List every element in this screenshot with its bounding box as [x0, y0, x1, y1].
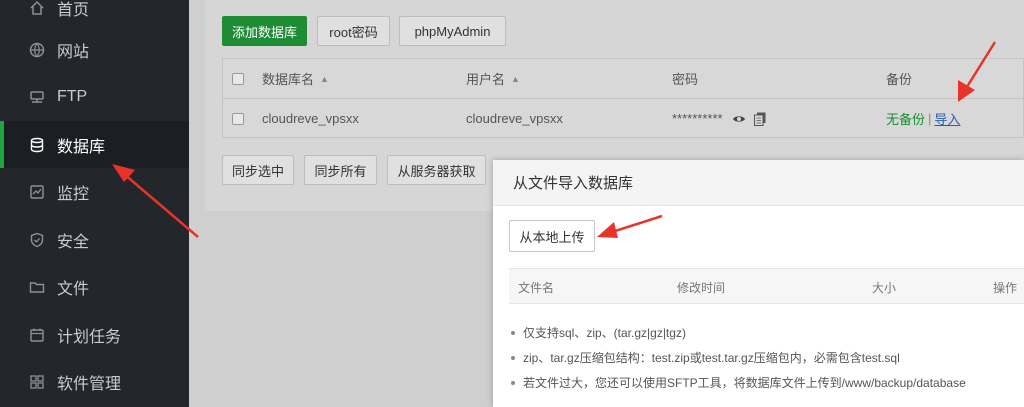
bullet-icon — [511, 355, 515, 360]
sidebar-item-software[interactable]: 软件管理 — [0, 358, 189, 405]
row-checkbox[interactable] — [232, 112, 244, 125]
add-database-button[interactable]: 添加数据库 — [222, 16, 307, 46]
separator: | — [928, 111, 932, 126]
db-password-cell: ********** — [672, 99, 766, 138]
db-backup-cell: 无备份 | 导入 — [886, 99, 960, 138]
import-database-dialog: 从文件导入数据库 从本地上传 文件名 修改时间 大小 操作 仅支持sql、zip… — [493, 160, 1024, 407]
file-list-header: 文件名 修改时间 大小 操作 — [509, 268, 1024, 304]
ftp-icon — [29, 89, 45, 105]
column-header-name[interactable]: 数据库名 ▲ — [262, 59, 329, 98]
column-header-user[interactable]: 用户名 ▲ — [466, 59, 520, 98]
sidebar-item-label: 软件管理 — [57, 375, 122, 393]
db-name-cell: cloudreve_vpsxx — [262, 111, 359, 126]
select-all-checkbox[interactable] — [232, 72, 244, 85]
fetch-from-server-button[interactable]: 从服务器获取 — [387, 155, 486, 185]
column-header-backup: 备份 — [886, 72, 913, 87]
table-header: 数据库名 ▲ 用户名 ▲ 密码 备份 — [223, 59, 1024, 99]
list-item: 仅支持sql、zip、(tar.gz|gz|tgz) — [511, 320, 1021, 345]
sidebar-item-label: 文件 — [57, 280, 90, 298]
sidebar: 首页 网站 FTP 数据库 监控 安全 文件 计划任务 软件管理 — [0, 0, 189, 407]
column-size: 大小 — [872, 280, 897, 295]
sidebar-item-security[interactable]: 安全 — [0, 216, 189, 263]
db-user-cell: cloudreve_vpsxx — [466, 111, 563, 126]
import-tips: 仅支持sql、zip、(tar.gz|gz|tgz) zip、tar.gz压缩包… — [511, 320, 1021, 395]
database-icon — [29, 137, 45, 153]
sidebar-item-label: 监控 — [57, 185, 90, 203]
calendar-icon — [29, 327, 45, 343]
sidebar-item-label: 网站 — [57, 43, 90, 61]
sync-selected-button[interactable]: 同步选中 — [222, 155, 294, 185]
upload-local-button[interactable]: 从本地上传 — [509, 220, 595, 252]
grid-icon — [29, 374, 45, 390]
home-icon — [29, 0, 45, 16]
sidebar-item-files[interactable]: 文件 — [0, 263, 189, 310]
table-row: cloudreve_vpsxx cloudreve_vpsxx ********… — [223, 99, 1024, 138]
sidebar-item-label: 数据库 — [57, 138, 106, 156]
sort-asc-icon: ▲ — [511, 73, 520, 84]
monitor-icon — [29, 184, 45, 200]
dialog-title: 从文件导入数据库 — [493, 160, 1024, 206]
sidebar-item-monitor[interactable]: 监控 — [0, 168, 189, 215]
sidebar-item-label: 安全 — [57, 233, 90, 251]
copy-icon[interactable] — [753, 112, 766, 126]
import-link[interactable]: 导入 — [934, 109, 960, 128]
folder-icon — [29, 279, 45, 295]
column-filename: 文件名 — [518, 280, 555, 295]
backup-status[interactable]: 无备份 — [886, 109, 925, 128]
globe-icon — [29, 42, 45, 58]
sidebar-item-website[interactable]: 网站 — [0, 26, 189, 73]
bullet-icon — [511, 330, 515, 335]
database-table: 数据库名 ▲ 用户名 ▲ 密码 备份 cloudreve_vpsxx cloudre… — [222, 58, 1024, 138]
column-modified-time: 修改时间 — [677, 280, 726, 295]
sidebar-item-cron[interactable]: 计划任务 — [0, 311, 189, 358]
sidebar-item-database[interactable]: 数据库 — [0, 121, 189, 168]
sidebar-item-label: FTP — [57, 87, 88, 105]
phpmyadmin-button[interactable]: phpMyAdmin — [399, 16, 506, 46]
list-item: zip、tar.gz压缩包结构：test.zip或test.tar.gz压缩包内… — [511, 345, 1021, 370]
column-header-password: 密码 — [672, 72, 699, 87]
list-item: 若文件过大，您还可以使用SFTP工具，将数据库文件上传到/www/backup/… — [511, 370, 1021, 395]
sidebar-item-ftp[interactable]: FTP — [0, 73, 189, 120]
sort-asc-icon: ▲ — [320, 73, 329, 84]
shield-icon — [29, 232, 45, 248]
column-operation: 操作 — [993, 280, 1018, 295]
bullet-icon — [511, 380, 515, 385]
sync-all-button[interactable]: 同步所有 — [304, 155, 377, 185]
sidebar-item-label: 首页 — [57, 1, 90, 19]
root-password-button[interactable]: root密码 — [317, 16, 390, 46]
sidebar-item-label: 计划任务 — [57, 328, 122, 346]
eye-icon[interactable] — [732, 114, 746, 124]
